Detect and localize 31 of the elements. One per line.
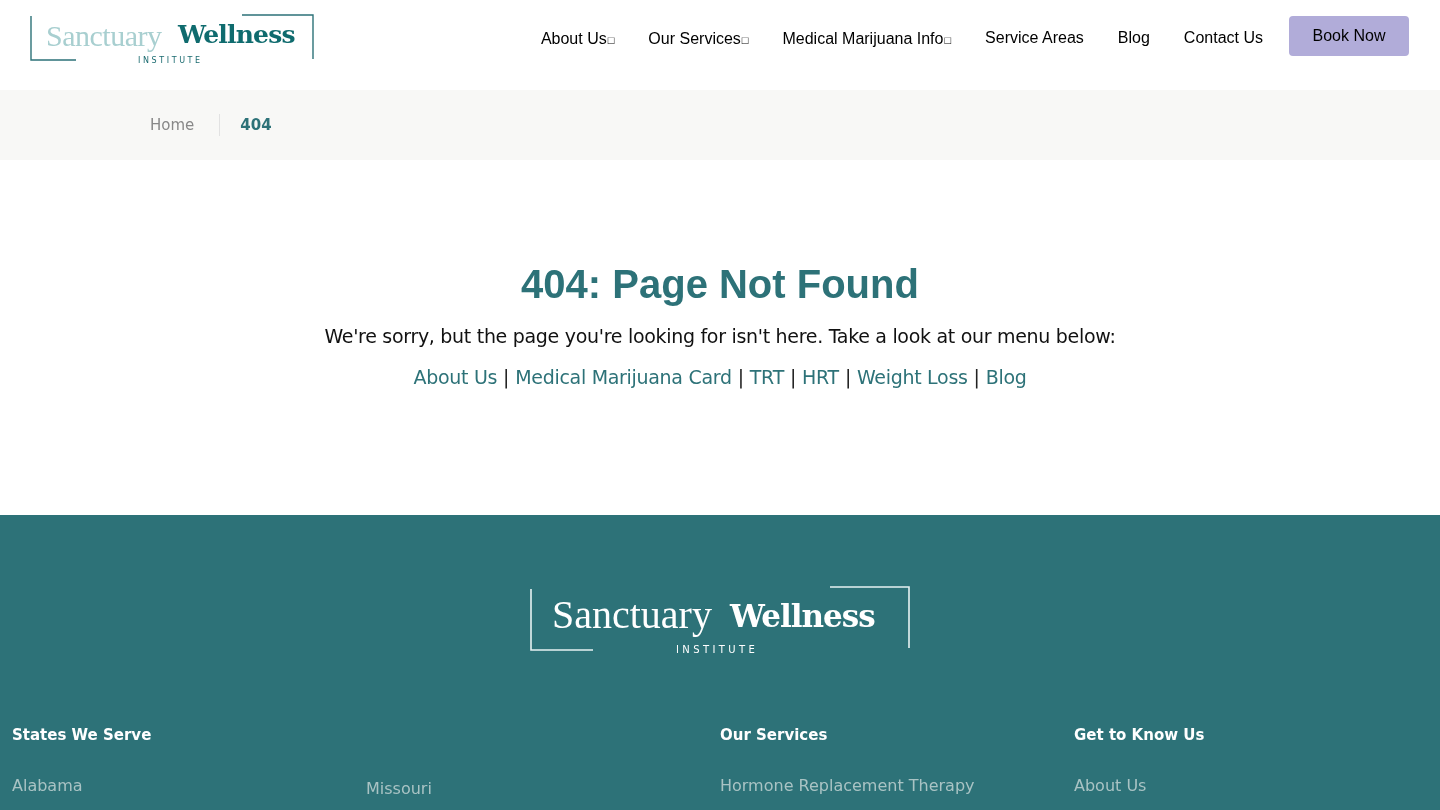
nav-link[interactable]: Contact Us bbox=[1183, 29, 1263, 47]
menu-link[interactable]: Blog bbox=[985, 366, 1027, 388]
footer-link[interactable]: About Us bbox=[1074, 776, 1147, 795]
separator: | bbox=[973, 366, 980, 388]
nav-link[interactable]: Medical Marijuana Info□ bbox=[782, 30, 952, 48]
nav-link[interactable]: Blog bbox=[1117, 29, 1150, 47]
breadcrumb-current[interactable]: 404 bbox=[240, 116, 272, 134]
separator: | bbox=[789, 366, 797, 388]
separator: | bbox=[844, 366, 851, 388]
nav-link[interactable]: About Us□ bbox=[540, 30, 615, 48]
logo-link[interactable]: Sanctuary Wellness INSTITUTE bbox=[30, 14, 314, 62]
footer-link[interactable]: Hormone Replacement Therapy bbox=[720, 776, 975, 795]
footer-link[interactable]: Missouri bbox=[366, 779, 432, 798]
breadcrumb-link[interactable]: Home bbox=[150, 116, 195, 134]
column-heading: Get to Know Us bbox=[1074, 726, 1205, 746]
footer-logo[interactable]: Sanctuary Wellness INSTITUTE bbox=[530, 586, 910, 652]
nav-link[interactable]: Service Areas bbox=[985, 29, 1084, 47]
footer-link[interactable]: Alabama bbox=[12, 776, 83, 795]
menu-link[interactable]: About Us bbox=[413, 366, 498, 388]
menu-link[interactable]: HRT bbox=[802, 366, 839, 388]
menu-link[interactable]: TRT bbox=[749, 366, 784, 388]
separator: | bbox=[503, 366, 510, 388]
book-now-button[interactable]: Book Now bbox=[1289, 16, 1409, 56]
page-title: 404: Page Not Found bbox=[521, 262, 919, 307]
separator: | bbox=[737, 366, 744, 388]
menu-link[interactable]: Medical Marijuana Card bbox=[515, 366, 732, 388]
menu-link[interactable]: Weight Loss bbox=[857, 366, 968, 388]
nav-link[interactable]: Our Services□ bbox=[648, 30, 749, 48]
error-message: We're sorry, but the page you're looking for isn't here. Take a look at our menu below: bbox=[324, 325, 1116, 347]
column-heading: States We Serve bbox=[12, 726, 152, 746]
column-heading: Our Services bbox=[720, 726, 828, 746]
